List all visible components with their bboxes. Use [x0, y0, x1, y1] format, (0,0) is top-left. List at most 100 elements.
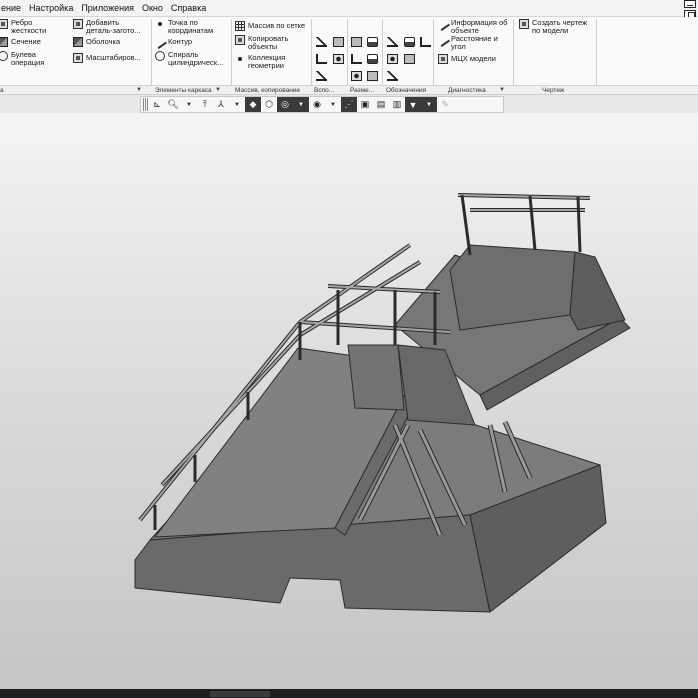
dim-chain-icon[interactable]	[367, 71, 378, 81]
distance-angle-label: Расстояние и угол	[451, 34, 498, 51]
aux-curve-icon[interactable]	[316, 71, 327, 81]
group-label: Диагностика	[448, 87, 486, 94]
assembly-icon[interactable]: ▥	[389, 97, 405, 112]
scale-icon	[73, 53, 83, 63]
rib-icon	[0, 19, 8, 29]
point-coords-button[interactable]: Точка по координатам	[155, 19, 213, 34]
shaded-icon[interactable]: ◆	[245, 97, 261, 112]
designation-weld-icon[interactable]	[387, 71, 398, 81]
geometry-collection-button[interactable]: Коллекция геометрии	[235, 54, 285, 69]
dropdown-icon[interactable]: ▼	[229, 97, 245, 112]
group-expand-icon[interactable]: ▼	[215, 87, 221, 93]
aux-axis-icon[interactable]	[316, 54, 327, 64]
group-expand-icon[interactable]: ▼	[499, 87, 505, 93]
separator	[311, 19, 312, 85]
designation-text-icon[interactable]	[404, 37, 415, 47]
minimize-button[interactable]	[684, 0, 696, 8]
dim-angular-icon[interactable]	[367, 37, 378, 47]
menu-settings[interactable]: Настройка	[26, 3, 76, 13]
contour-icon	[153, 35, 167, 49]
separator	[596, 19, 597, 85]
dim-diameter-icon[interactable]	[367, 54, 378, 64]
group-expand-icon[interactable]: ▼	[136, 87, 142, 93]
dropdown-icon[interactable]: ▼	[293, 97, 309, 112]
distance-angle-icon	[436, 33, 450, 47]
shell-label: Оболочка	[86, 37, 121, 46]
array-grid-button[interactable]: Массив по сетке	[235, 21, 305, 31]
designation-tolerance-icon[interactable]	[404, 54, 415, 64]
designation-base-icon[interactable]	[387, 54, 398, 64]
menu-applications[interactable]: Приложения	[78, 3, 137, 13]
dim-linear-icon[interactable]	[351, 37, 362, 47]
orient-icon[interactable]: ⤒	[197, 97, 213, 112]
mass-props-icon	[438, 54, 448, 64]
menu-help[interactable]: Справка	[168, 3, 209, 13]
point-coords-label: Точка по координатам	[168, 18, 214, 35]
copy-objects-button[interactable]: Копировать объекты	[235, 35, 288, 50]
rear-box-side	[569, 251, 626, 331]
section-icon	[0, 37, 8, 47]
scale-button[interactable]: Масштабиров...	[73, 53, 141, 63]
menu-window[interactable]: Окно	[139, 3, 166, 13]
group-label: а	[0, 87, 4, 94]
dropdown-icon[interactable]: ▼	[181, 97, 197, 112]
dim-radial-icon[interactable]	[351, 54, 362, 64]
axes-icon[interactable]: ⊾	[149, 97, 165, 112]
model-viewport[interactable]	[0, 113, 698, 689]
object-info-icon	[436, 17, 450, 31]
create-drawing-button[interactable]: Создать чертеж по модели	[519, 19, 587, 34]
point-icon	[155, 19, 165, 29]
spiral-button[interactable]: Спираль цилиндрическ...	[155, 51, 223, 66]
aux-plane-icon[interactable]	[333, 37, 344, 47]
separator	[347, 19, 348, 85]
window-controls	[684, 0, 696, 18]
designation-leader-icon[interactable]	[387, 37, 398, 47]
group-label: Чертеж	[542, 87, 565, 94]
object-info-label: Информация об объекте	[451, 18, 508, 35]
contour-button[interactable]: Контур	[153, 35, 193, 49]
group-label: Массив, копирование	[235, 87, 301, 94]
view-icon[interactable]: ⅄	[213, 97, 229, 112]
section-view-icon[interactable]: ⋰	[341, 97, 357, 112]
shell-button[interactable]: Оболочка	[73, 37, 120, 47]
geometry-collection-icon	[235, 54, 245, 64]
part-icon[interactable]: ▤	[373, 97, 389, 112]
spiral-label: Спираль цилиндрическ...	[168, 50, 224, 67]
spiral-icon	[155, 51, 165, 61]
wireframe-icon[interactable]: ⬡	[261, 97, 277, 112]
group-label: Элементы каркаса	[155, 87, 212, 94]
boolean-icon	[0, 51, 8, 61]
pencil-icon[interactable]: ✎	[437, 97, 453, 112]
zoom-icon[interactable]: 🔍︎	[165, 97, 181, 112]
boolean-label: Булева операция	[11, 50, 45, 67]
rib-button[interactable]: Ребро жесткости	[0, 19, 46, 34]
hide-icon[interactable]: ◎	[277, 97, 293, 112]
array-grid-label: Массив по сетке	[248, 21, 306, 30]
filter-icon[interactable]: ▼	[405, 97, 421, 112]
scale-label: Масштабиров...	[86, 53, 141, 62]
designation-rough-icon[interactable]	[420, 37, 431, 47]
contour-label: Контур	[168, 37, 193, 46]
separator	[513, 19, 514, 85]
object-info-button[interactable]: Информация об объекте	[436, 17, 508, 35]
create-drawing-label: Создать чертеж по модели	[532, 18, 588, 35]
add-part-icon	[73, 19, 83, 29]
visibility-icon[interactable]: ◉	[309, 97, 325, 112]
model-render	[134, 193, 631, 613]
dim-auto-icon[interactable]	[351, 71, 362, 81]
boolean-button[interactable]: Булева операция	[0, 51, 44, 66]
section-button[interactable]: Сечение	[0, 37, 41, 47]
create-drawing-icon	[519, 19, 529, 29]
mass-props-button[interactable]: МЦХ модели	[438, 54, 496, 64]
dropdown-icon[interactable]: ▼	[325, 97, 341, 112]
dropdown-icon[interactable]: ▼	[421, 97, 437, 112]
ribbon-group-bar: а ▼ Элементы каркаса ▼ Массив, копирован…	[0, 85, 698, 95]
add-part-button[interactable]: Добавить деталь-загото...	[73, 19, 141, 34]
layers-icon[interactable]: ▣	[357, 97, 373, 112]
aux-line-icon[interactable]	[316, 37, 327, 47]
distance-angle-button[interactable]: Расстояние и угол	[436, 33, 498, 51]
menu-view[interactable]: ение	[0, 3, 24, 13]
aux-point-icon[interactable]	[333, 54, 344, 64]
mass-props-label: МЦХ модели	[451, 54, 496, 63]
add-part-label: Добавить деталь-загото...	[86, 18, 141, 35]
